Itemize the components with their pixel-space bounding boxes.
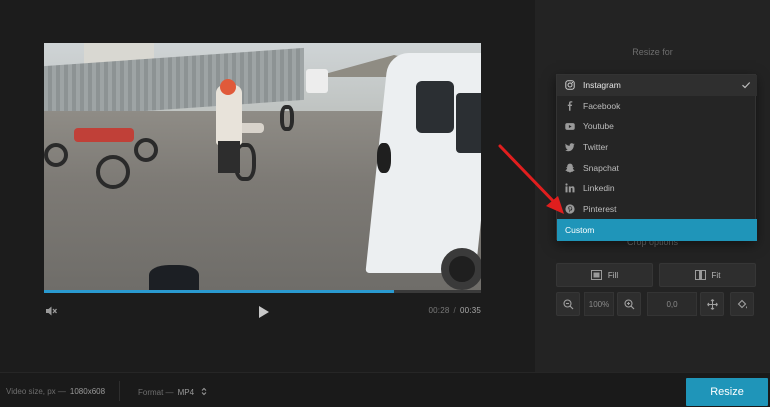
format-label: Format —	[138, 388, 174, 397]
preset-item-custom[interactable]: Custom	[557, 219, 757, 241]
twitter-icon	[565, 142, 575, 152]
preset-item-twitter[interactable]: Twitter	[557, 137, 757, 158]
preset-item-youtube[interactable]: Youtube	[557, 116, 757, 137]
format-value: MP4	[177, 388, 195, 397]
format-selector[interactable]: Format — MP4	[138, 387, 207, 397]
video-resizer-app: 00:28/00:35 Resize for Crop options Fill…	[0, 0, 770, 407]
instagram-icon	[565, 80, 575, 90]
fit-icon	[694, 270, 706, 280]
zoom-value[interactable]: 100%	[584, 292, 614, 316]
progress-bar[interactable]	[44, 290, 481, 293]
fit-button[interactable]: Fit	[659, 263, 756, 287]
preset-label: Instagram	[583, 80, 621, 91]
zoom-out-icon	[562, 298, 573, 309]
preset-label: Linkedin	[583, 183, 615, 194]
preset-item-pinterest[interactable]: Pinterest	[557, 199, 757, 220]
preset-label: Custom	[565, 225, 595, 236]
preset-label: Snapchat	[583, 162, 619, 173]
time-total: 00:35	[459, 306, 481, 315]
resize-for-title: Resize for	[632, 47, 673, 57]
preset-item-linkedin[interactable]: Linkedin	[557, 178, 757, 199]
fill-label: Fill	[607, 270, 619, 280]
linkedin-icon	[565, 183, 575, 193]
fill-button[interactable]: Fill	[556, 263, 653, 287]
preset-item-instagram[interactable]: Instagram	[557, 75, 757, 96]
resize-preset-dropdown[interactable]: Instagram Facebook Youtube Twitter Snapc…	[556, 74, 757, 241]
preset-item-facebook[interactable]: Facebook	[557, 96, 757, 117]
preset-label: Pinterest	[583, 203, 617, 214]
video-preview[interactable]	[44, 43, 481, 290]
mute-icon[interactable]	[44, 304, 58, 318]
move-button[interactable]	[700, 292, 724, 316]
preset-item-snapchat[interactable]: Snapchat	[557, 157, 757, 178]
zoom-in-button[interactable]	[617, 292, 641, 316]
snapchat-icon	[565, 163, 575, 173]
video-player: 00:28/00:35	[0, 0, 535, 372]
zoom-in-icon	[623, 298, 634, 309]
preset-label: Facebook	[583, 100, 621, 111]
video-size-label: Video size, px —	[6, 387, 66, 396]
sort-arrows-icon	[201, 387, 207, 396]
paint-bucket-icon	[737, 299, 747, 308]
position-value[interactable]: 0,0	[647, 292, 697, 316]
time-display: 00:28/00:35	[429, 306, 482, 315]
divider	[119, 381, 120, 401]
play-icon[interactable]	[254, 303, 272, 321]
youtube-icon	[565, 121, 575, 131]
time-separator: /	[453, 306, 456, 315]
checkmark-icon	[742, 82, 751, 89]
preset-label: Twitter	[583, 142, 609, 153]
player-controls: 00:28/00:35	[44, 300, 481, 324]
video-size-value: 1080x608	[69, 387, 106, 396]
move-icon	[706, 298, 718, 310]
bottom-bar: Video size, px —1080x608 Format — MP4	[0, 372, 770, 407]
zoom-out-button[interactable]	[556, 292, 580, 316]
video-size-info: Video size, px —1080x608	[6, 387, 105, 396]
facebook-icon	[565, 101, 575, 111]
pinterest-icon	[565, 204, 575, 214]
progress-fill	[44, 290, 394, 293]
fit-label: Fit	[711, 270, 721, 280]
resize-button[interactable]: Resize	[686, 378, 768, 406]
fill-icon	[590, 270, 602, 280]
background-color-button[interactable]	[730, 292, 754, 316]
preset-label: Youtube	[583, 121, 614, 132]
time-current: 00:28	[428, 306, 450, 315]
